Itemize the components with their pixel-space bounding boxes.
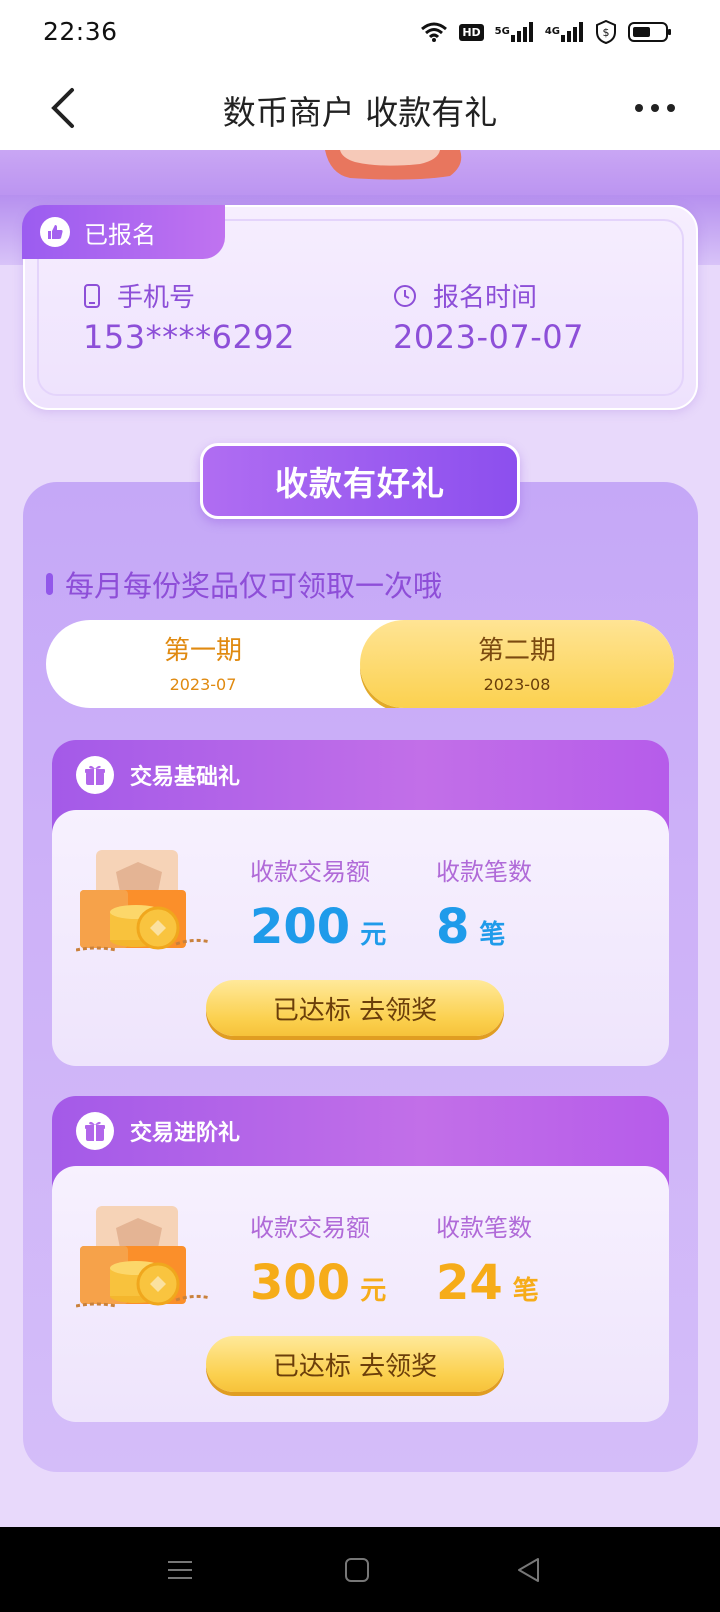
banner-decoration-icon xyxy=(325,150,462,180)
app-screen: 22:36 HD 5G 4G $ 数币商户 收款有礼 已报名 手机号 153**… xyxy=(0,0,720,1612)
shield-dollar-icon: $ xyxy=(595,20,617,44)
count-unit: 笔 xyxy=(512,1276,539,1306)
count-value: 24 xyxy=(436,1255,503,1311)
status-icons: HD 5G 4G $ xyxy=(420,20,672,44)
claim-note: 每月每份奖品仅可领取一次哦 xyxy=(46,563,442,605)
gift-card-title: 交易进阶礼 xyxy=(130,1121,241,1146)
signal-5g-label: 5G xyxy=(494,26,510,37)
amount-unit: 元 xyxy=(360,920,387,950)
period-name: 第二期 xyxy=(477,636,556,666)
phone-field: 手机号 153****6292 xyxy=(83,277,295,356)
claim-reward-button[interactable]: 已达标 去领奖 xyxy=(206,980,504,1036)
count-metric: 收款笔数 24 笔 xyxy=(436,1208,539,1311)
count-value: 8 xyxy=(436,899,470,955)
amount-value: 300 xyxy=(250,1255,351,1311)
tab-period-1[interactable]: 第一期 2023-07 xyxy=(46,620,360,708)
signal-4g-label: 4G xyxy=(544,26,560,37)
status-bar: 22:36 HD 5G 4G $ xyxy=(0,0,720,66)
claim-reward-button[interactable]: 已达标 去领奖 xyxy=(206,1336,504,1392)
gift-icon xyxy=(76,756,114,794)
period-tabs: 第一期 2023-07 第二期 2023-08 xyxy=(46,620,674,708)
note-text: 每月每份奖品仅可领取一次哦 xyxy=(65,569,443,603)
gift-card-title: 交易基础礼 xyxy=(130,765,241,790)
hd-icon: HD xyxy=(459,23,484,41)
amount-metric: 收款交易额 200 元 xyxy=(250,852,386,955)
back-nav-button[interactable] xyxy=(514,1555,544,1585)
registered-label: 已报名 xyxy=(84,220,156,249)
count-label: 收款笔数 xyxy=(436,858,532,886)
amount-label: 收款交易额 xyxy=(250,1214,370,1242)
square-home-icon xyxy=(345,1558,369,1582)
svg-text:$: $ xyxy=(603,26,610,39)
count-label: 收款笔数 xyxy=(436,1214,532,1242)
battery-icon xyxy=(628,21,672,43)
amount-unit: 元 xyxy=(360,1276,387,1306)
clock-icon xyxy=(394,284,416,307)
gift-card-basic: 交易基础礼 收款交易额 200 元 收款笔数 8 笔 已达标 去领奖 xyxy=(52,740,669,1066)
gift-card-body: 收款交易额 200 元 收款笔数 8 笔 已达标 去领奖 xyxy=(52,810,669,1066)
signal-4g-icon: 4G xyxy=(545,21,584,43)
count-metric: 收款笔数 8 笔 xyxy=(436,852,532,955)
hamburger-icon xyxy=(168,1561,192,1579)
system-nav-bar xyxy=(0,1527,720,1612)
gift-card-advanced: 交易进阶礼 收款交易额 300 元 收款笔数 24 笔 已达标 去领奖 xyxy=(52,1096,669,1422)
phone-label: 手机号 xyxy=(117,283,196,313)
signup-time-field: 报名时间 2023-07-07 xyxy=(393,277,584,356)
home-nav-button[interactable] xyxy=(342,1555,372,1585)
signup-time-value: 2023-07-07 xyxy=(393,318,584,356)
amount-metric: 收款交易额 300 元 xyxy=(250,1208,386,1311)
signup-time-label: 报名时间 xyxy=(433,283,538,313)
period-name: 第一期 xyxy=(163,636,242,666)
menu-nav-button[interactable] xyxy=(165,1555,195,1585)
phone-icon xyxy=(84,283,100,308)
gift-section-title: 收款有好礼 xyxy=(200,443,520,519)
gift-section-title-text: 收款有好礼 xyxy=(275,464,445,503)
count-unit: 笔 xyxy=(479,920,506,950)
amount-label: 收款交易额 xyxy=(250,858,370,886)
period-date: 2023-07 xyxy=(169,675,237,694)
claim-button-label: 已达标 去领奖 xyxy=(272,995,438,1026)
claim-button-label: 已达标 去领奖 xyxy=(272,1351,438,1382)
nav-bar: 数币商户 收款有礼 xyxy=(0,66,720,150)
page-title: 数币商户 收款有礼 xyxy=(222,93,498,132)
phone-value: 153****6292 xyxy=(83,318,296,356)
signal-5g-icon: 5G xyxy=(495,21,534,43)
period-date: 2023-08 xyxy=(483,675,551,694)
wifi-icon xyxy=(420,21,448,43)
registration-card: 已报名 手机号 153****6292 报名时间 2023-07-07 xyxy=(22,205,698,410)
coin-box-icon xyxy=(76,850,211,952)
gift-icon xyxy=(76,1112,114,1150)
registered-badge: 已报名 xyxy=(22,205,225,259)
triangle-back-icon xyxy=(518,1558,539,1582)
amount-value: 200 xyxy=(250,899,351,955)
tab-period-2[interactable]: 第二期 2023-08 xyxy=(360,620,674,708)
gift-card-body: 收款交易额 300 元 收款笔数 24 笔 已达标 去领奖 xyxy=(52,1166,669,1422)
more-button[interactable] xyxy=(630,90,680,126)
note-marker xyxy=(46,573,53,595)
status-time: 22:36 xyxy=(43,17,118,46)
coin-box-icon xyxy=(76,1206,211,1308)
more-dots-icon xyxy=(635,104,675,112)
thumbs-up-icon xyxy=(40,217,70,247)
